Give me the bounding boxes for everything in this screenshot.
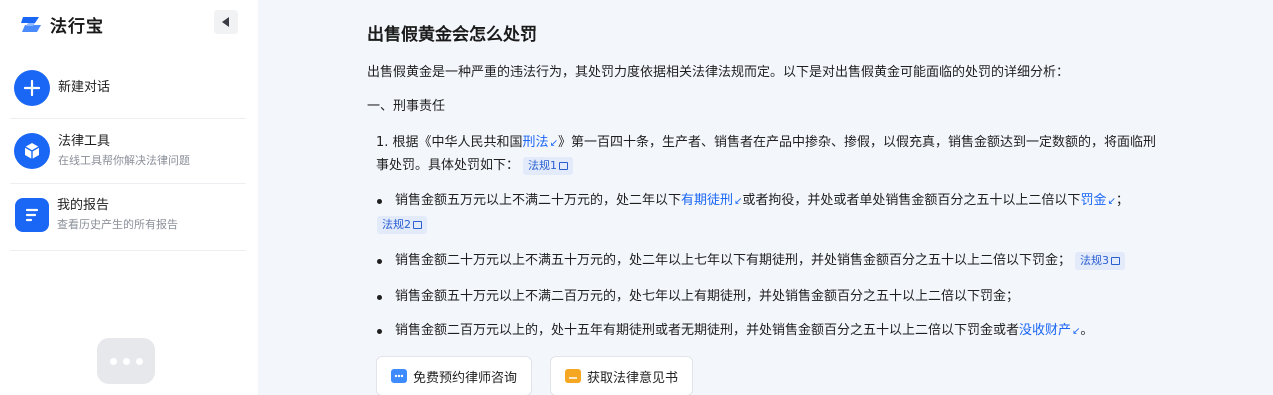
list-item: 销售金额五十万元以上不满二百万元的，处七年以上有期徒刑，并处销售金额百分之五十以… bbox=[395, 289, 1020, 304]
document-icon bbox=[559, 161, 569, 170]
list-item-text: ； bbox=[1115, 193, 1129, 208]
sidebar-item-my-reports[interactable]: 我的报告 查看历史产生的所有报告 bbox=[14, 197, 244, 233]
section-heading: 一、刑事责任 bbox=[367, 99, 446, 114]
bullet-dot bbox=[377, 295, 382, 300]
new-chat-button[interactable]: 新建对话 bbox=[14, 70, 244, 106]
divider bbox=[10, 250, 246, 251]
point-text: 》第一百四十条，生产者、销售者在产品中掺杂、掺假，以假充真，销售金额达到一定数额… bbox=[557, 135, 1156, 150]
get-legal-opinion-button[interactable]: 获取法律意见书 bbox=[550, 356, 694, 395]
law-link-criminal-law[interactable]: 刑法 bbox=[523, 135, 549, 150]
sidebar-item-label: 法律工具 bbox=[58, 134, 111, 149]
logo-icon bbox=[20, 15, 44, 35]
list-item-text: 或者拘役，并处或者单处销售金额百分之五十以上二倍以下 bbox=[742, 193, 1081, 208]
document-icon bbox=[1111, 256, 1121, 265]
book-lawyer-consult-button[interactable]: 免费预约律师咨询 bbox=[376, 356, 533, 395]
folder-icon bbox=[565, 369, 581, 383]
sidebar-item-label: 我的报告 bbox=[57, 198, 110, 213]
new-chat-label: 新建对话 bbox=[58, 80, 111, 95]
report-icon bbox=[15, 198, 49, 232]
list-item-text: 销售金额二十万元以上不满五十万元的，处二年以上七年以下有期徒刑，并处销售金额百分… bbox=[395, 253, 1072, 268]
button-label: 获取法律意见书 bbox=[587, 370, 679, 386]
list-item-text: 。 bbox=[1080, 323, 1094, 338]
divider bbox=[10, 183, 246, 184]
document-icon bbox=[413, 220, 422, 229]
list-item-text: 销售金额二百万元以上的，处十五年有期徒刑或者无期徒刑，并处销售金额百分之五十以上… bbox=[395, 323, 1020, 338]
tag-label: 法规1 bbox=[528, 158, 558, 172]
law-link-fine[interactable]: 罚金 bbox=[1080, 193, 1106, 208]
list-item-tag-row: 法规2 bbox=[377, 214, 427, 236]
list-item: 销售金额二十万元以上不满五十万元的，处二年以上七年以下有期徒刑，并处销售金额百分… bbox=[395, 250, 1126, 272]
point-text: 1. 根据《中华人民共和国 bbox=[376, 135, 523, 150]
law-link-arrow-icon: ↙ bbox=[549, 138, 558, 149]
law-link-arrow-icon: ↙ bbox=[1107, 196, 1116, 207]
tag-label: 法规2 bbox=[382, 217, 411, 231]
intro-text: 出售假黄金是一种严重的违法行为，其处罚力度依据相关法律法规而定。以下是对出售假黄… bbox=[367, 65, 1070, 80]
sidebar: 法行宝 新建对话 法律工具 在线工具帮你解决法律问题 我的报告 查看历史产生的所… bbox=[0, 0, 258, 395]
law-reference-tag[interactable]: 法规2 bbox=[377, 215, 427, 234]
list-item: 销售金额五万元以上不满二十万元的，处二年以下有期徒刑 ↙ 或者拘役，并处或者单处销售… bbox=[395, 190, 1129, 213]
law-reference-tag[interactable]: 法规3 bbox=[1075, 251, 1126, 270]
point-text: 事处罚。具体处罚如下： bbox=[376, 158, 520, 173]
chat-bubble-icon bbox=[97, 338, 155, 384]
sidebar-item-legal-tools[interactable]: 法律工具 在线工具帮你解决法律问题 bbox=[14, 133, 244, 169]
list-item-text: 销售金额五万元以上不满二十万元的，处二年以下 bbox=[395, 193, 682, 208]
collapse-sidebar-button[interactable] bbox=[214, 10, 238, 34]
sidebar-item-subtitle: 查看历史产生的所有报告 bbox=[57, 218, 178, 231]
law-reference-tag[interactable]: 法规1 bbox=[523, 156, 574, 175]
point-1-line-1: 1. 根据《中华人民共和国刑法↙》第一百四十条，生产者、销售者在产品中掺杂、掺假… bbox=[376, 132, 1156, 155]
sidebar-item-subtitle: 在线工具帮你解决法律问题 bbox=[58, 154, 190, 167]
app-logo[interactable]: 法行宝 bbox=[20, 12, 104, 37]
cube-icon bbox=[14, 133, 50, 169]
bullet-dot bbox=[377, 259, 382, 264]
law-link-confiscation[interactable]: 没收财产 bbox=[1019, 323, 1071, 338]
bullet-dot bbox=[377, 199, 382, 204]
collapse-arrow-icon bbox=[222, 17, 229, 27]
bullet-dot bbox=[377, 329, 382, 334]
button-label: 免费预约律师咨询 bbox=[413, 370, 518, 386]
app-name: 法行宝 bbox=[50, 17, 104, 37]
plus-icon bbox=[14, 70, 50, 106]
point-1-line-2: 事处罚。具体处罚如下： 法规1 bbox=[376, 155, 574, 177]
divider bbox=[10, 118, 246, 119]
tag-label: 法规3 bbox=[1080, 253, 1110, 267]
main-content: 出售假黄金会怎么处罚 出售假黄金是一种严重的违法行为，其处罚力度依据相关法律法规… bbox=[258, 0, 1273, 395]
law-link-imprisonment[interactable]: 有期徒刑 bbox=[681, 193, 733, 208]
message-icon bbox=[391, 369, 407, 383]
page-title: 出售假黄金会怎么处罚 bbox=[367, 25, 537, 45]
list-item: 销售金额二百万元以上的，处十五年有期徒刑或者无期徒刑，并处销售金额百分之五十以上… bbox=[395, 320, 1093, 343]
